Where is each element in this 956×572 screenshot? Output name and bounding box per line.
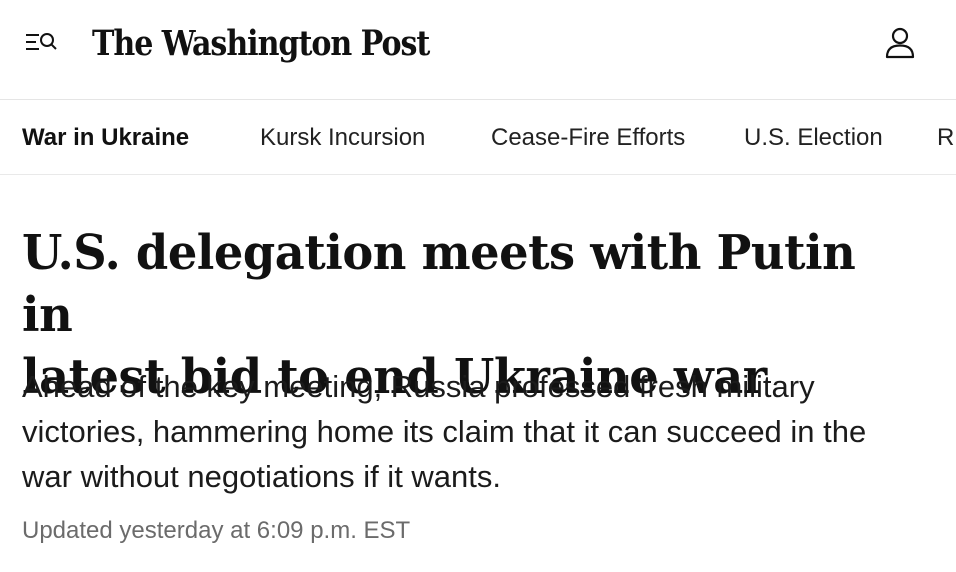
user-icon (885, 27, 915, 59)
article-timestamp: Updated yesterday at 6:09 p.m. EST (22, 517, 411, 544)
site-header: The Washington Post (0, 0, 956, 100)
article-dek: Ahead of the key meeting, Russia profess… (22, 364, 956, 499)
menu-search-button[interactable] (22, 26, 62, 58)
account-button[interactable] (880, 22, 920, 62)
dek-line-2: victories, hammering home its claim that… (22, 414, 867, 449)
nav-item-cease-fire-efforts[interactable]: Cease-Fire Efforts (491, 100, 685, 174)
nav-item-kursk-incursion[interactable]: Kursk Incursion (260, 100, 425, 174)
topic-nav: War in Ukraine Kursk Incursion Cease-Fir… (0, 100, 956, 175)
nav-item-us-election[interactable]: U.S. Election (744, 100, 883, 174)
nav-item-war-in-ukraine[interactable]: War in Ukraine (22, 100, 189, 174)
masthead-logo[interactable]: The Washington Post (92, 18, 430, 70)
nav-item-truncated[interactable]: R (937, 100, 954, 174)
dek-line-1: Ahead of the key meeting, Russia profess… (22, 369, 815, 404)
dek-line-3: war without negotiations if it wants. (22, 459, 502, 494)
headline-line-1: U.S. delegation meets with Putin in (22, 225, 856, 343)
menu-search-icon (26, 33, 57, 50)
